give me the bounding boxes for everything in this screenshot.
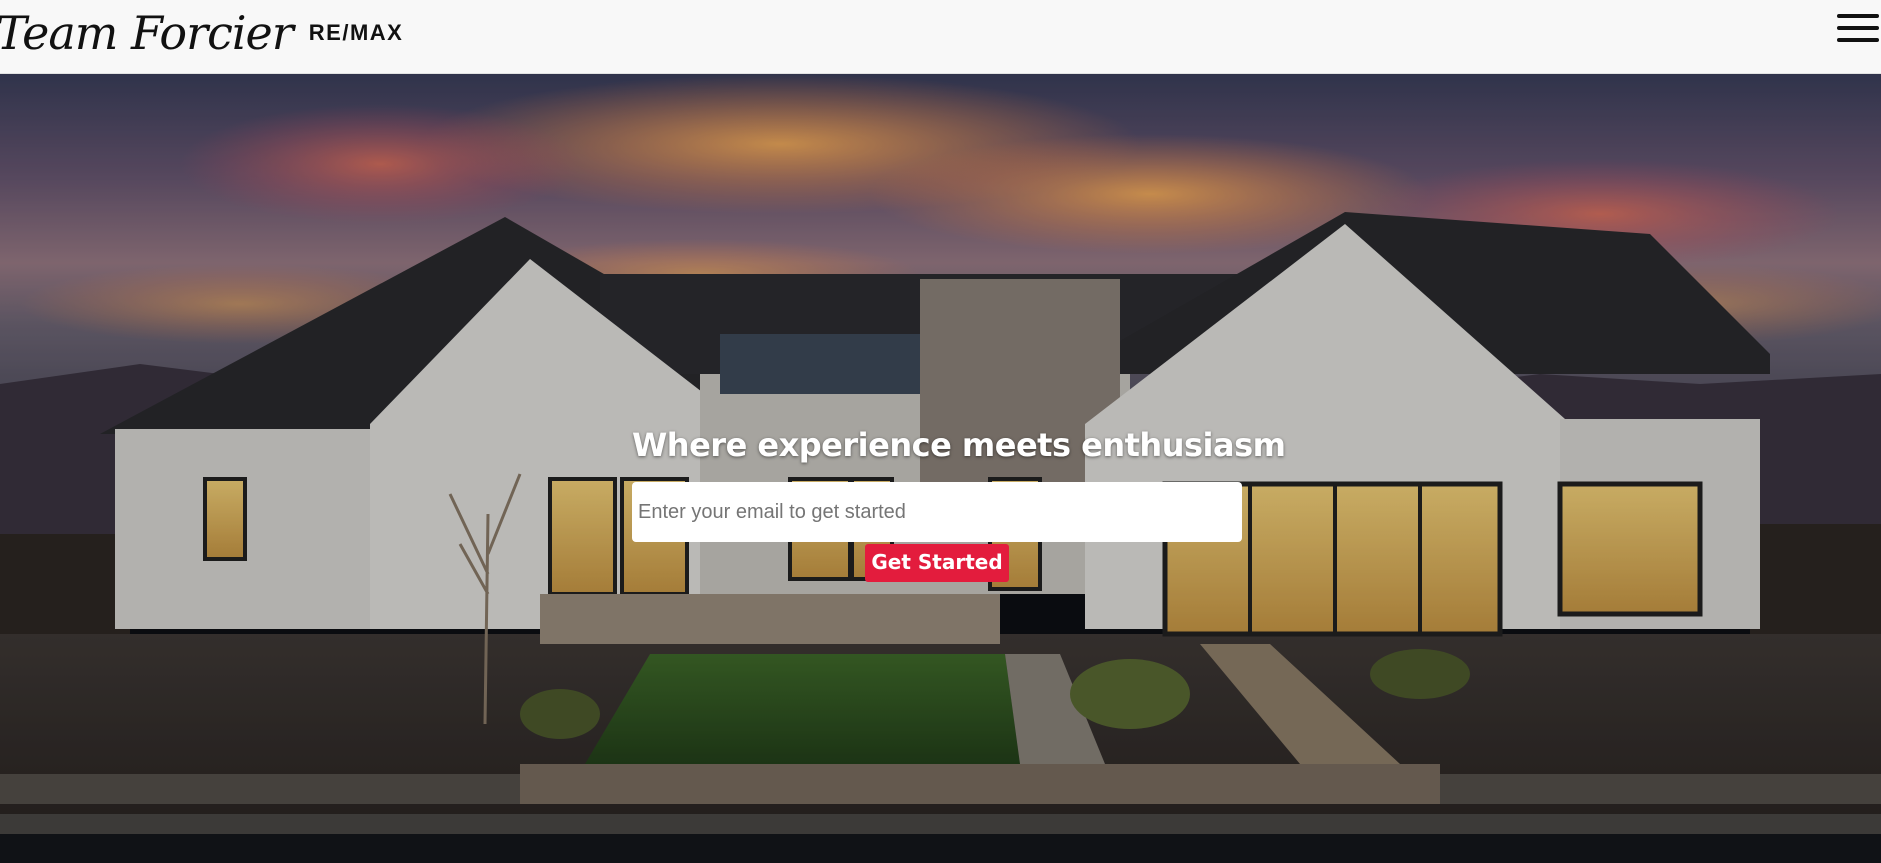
hamburger-menu-icon[interactable] xyxy=(1837,10,1881,46)
logo-script-text: Team Forcier xyxy=(0,6,294,60)
email-input[interactable] xyxy=(632,482,1242,542)
menu-bar xyxy=(1837,38,1879,42)
hero-section: Where experience meets enthusiasm Get St… xyxy=(0,74,1881,863)
site-header: Team Forcier RE/MAX xyxy=(0,0,1881,74)
hero-title: Where experience meets enthusiasm xyxy=(632,426,1286,464)
hero-content: Where experience meets enthusiasm Get St… xyxy=(632,426,1286,582)
logo-brand-text: RE/MAX xyxy=(308,20,404,45)
site-logo[interactable]: Team Forcier RE/MAX xyxy=(0,2,403,64)
menu-bar xyxy=(1837,14,1879,18)
menu-bar xyxy=(1837,26,1879,30)
get-started-button[interactable]: Get Started xyxy=(865,544,1009,582)
